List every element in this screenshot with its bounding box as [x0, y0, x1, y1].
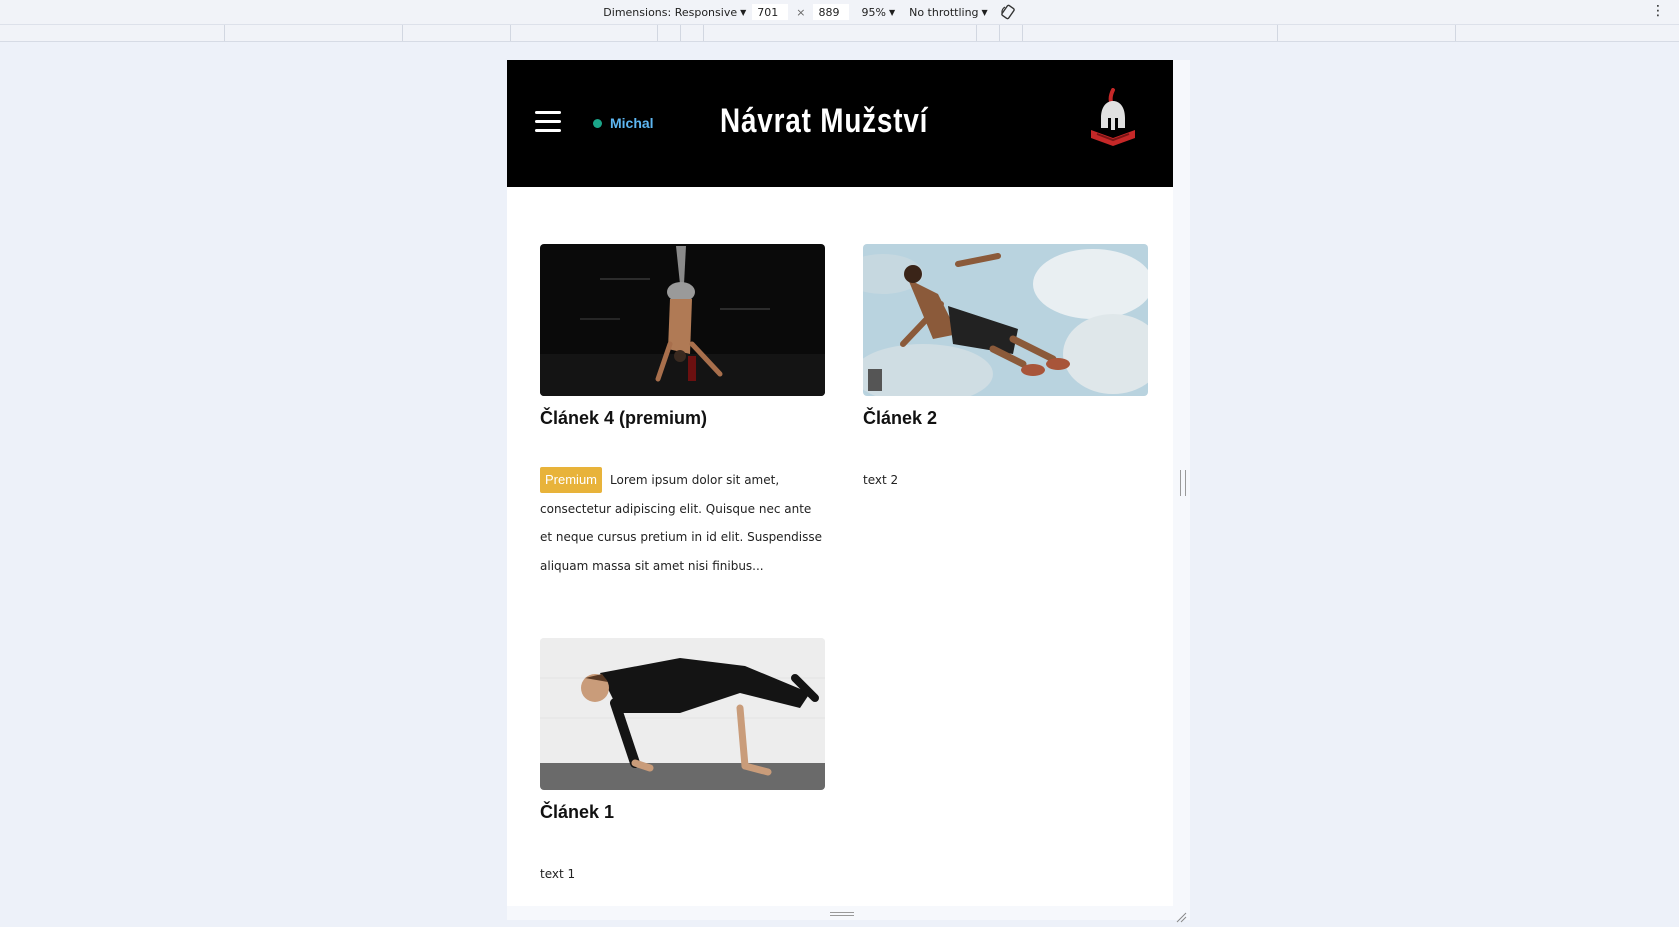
- article-title[interactable]: Článek 1: [540, 802, 614, 823]
- dimension-separator: ×: [796, 5, 806, 19]
- user-status[interactable]: Michal: [593, 115, 654, 131]
- article-excerpt: text 2: [863, 473, 899, 487]
- resize-corner-icon[interactable]: [1176, 908, 1187, 923]
- site-header: Michal Návrat Mužství: [507, 60, 1173, 187]
- premium-badge: Premium: [540, 467, 603, 493]
- chevron-down-icon: ▼: [740, 7, 747, 17]
- throttling-label: No throttling: [909, 5, 979, 19]
- device-viewport: Michal Návrat Mužství Článek 4 (premium)…: [507, 60, 1173, 906]
- article-image-jump[interactable]: [863, 244, 1148, 396]
- article-card: Článek 4 (premium) Premium Lorem ipsum do…: [540, 244, 825, 574]
- online-status-dot: [593, 118, 602, 128]
- throttling-dropdown[interactable]: No throttling ▼: [909, 6, 988, 19]
- article-image-pushup[interactable]: [540, 638, 825, 790]
- rotate-icon[interactable]: [1000, 4, 1016, 20]
- width-input[interactable]: 701: [752, 4, 789, 20]
- article-excerpt: text 1: [540, 867, 576, 881]
- zoom-label: 95%: [861, 5, 886, 19]
- device-toolbar-controls: Dimensions: Responsive ▼ 701 × 889 95% ▼…: [603, 4, 1015, 20]
- article-title[interactable]: Článek 4 (premium): [540, 408, 707, 429]
- article-image-handstand[interactable]: [540, 244, 825, 396]
- article-excerpt: Premium Lorem ipsum dolor sit amet, conse…: [540, 466, 825, 580]
- chevron-down-icon: ▼: [888, 7, 896, 17]
- article-title[interactable]: Článek 2: [863, 408, 937, 429]
- zoom-dropdown[interactable]: 95% ▼: [861, 6, 895, 19]
- site-title[interactable]: Návrat Mužství: [720, 102, 928, 141]
- height-input[interactable]: 889: [813, 4, 850, 20]
- spartan-helmet-logo[interactable]: [1087, 88, 1139, 150]
- user-name: Michal: [610, 115, 654, 131]
- hamburger-menu-icon[interactable]: [535, 111, 561, 133]
- resize-handle-bottom[interactable]: [830, 912, 854, 916]
- article-card: Článek 1 text 1: [540, 638, 825, 898]
- dimensions-dropdown[interactable]: Dimensions: Responsive ▼: [603, 6, 746, 19]
- chevron-down-icon: ▼: [981, 7, 988, 17]
- more-options-icon[interactable]: ⋮: [1651, 3, 1665, 19]
- dimensions-label: Dimensions: Responsive: [603, 5, 738, 19]
- media-query-ruler: [0, 25, 1679, 42]
- resize-handle-right[interactable]: [1180, 470, 1186, 496]
- device-toolbar: Dimensions: Responsive ▼ 701 × 889 95% ▼…: [0, 0, 1679, 25]
- article-card: Článek 2 text 2: [863, 244, 1148, 504]
